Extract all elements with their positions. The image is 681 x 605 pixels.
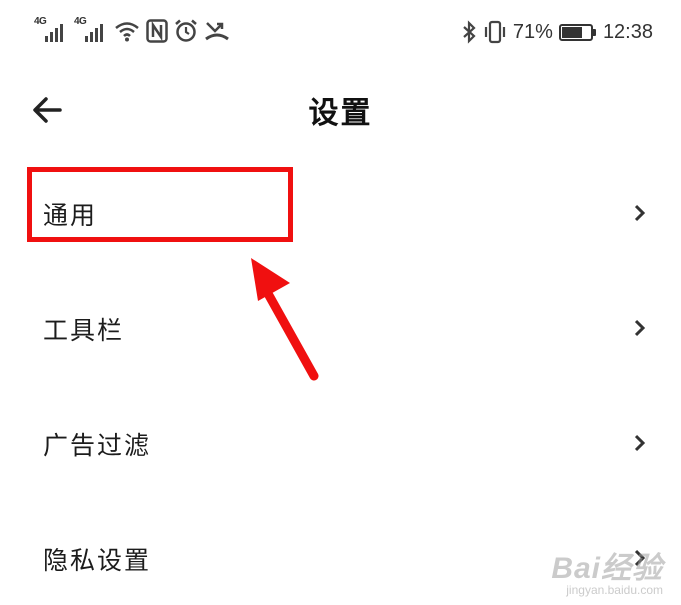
chevron-right-icon	[634, 204, 646, 222]
settings-item-ad-filter[interactable]: 广告过滤	[0, 386, 681, 501]
signal-icon: 4G	[34, 16, 68, 44]
page-title: 设置	[308, 96, 373, 131]
settings-item-toolbar[interactable]: 工具栏	[0, 271, 681, 386]
settings-item-general[interactable]: 通用	[0, 156, 681, 271]
settings-item-label: 通用	[43, 201, 98, 230]
alarm-icon	[175, 19, 197, 42]
watermark-brand: Bai经验	[551, 552, 663, 585]
chevron-right-icon	[634, 319, 646, 337]
wifi-icon	[115, 22, 139, 42]
chevron-right-icon	[634, 434, 646, 452]
clock: 12:38	[602, 20, 653, 43]
settings-screen: 4G 4G 71% 12:38 设置 通用 工具栏 广告过滤 隐私设置 Bai经…	[0, 0, 681, 605]
status-right-icons: 71% 12:38	[461, 17, 653, 47]
settings-item-label: 隐私设置	[43, 546, 152, 575]
status-left-icons: 4G 4G	[34, 16, 230, 45]
settings-item-label: 广告过滤	[43, 431, 152, 460]
bluetooth-icon	[463, 20, 476, 44]
watermark-site: jingyan.baidu.com	[566, 583, 663, 597]
battery-fill	[561, 26, 582, 38]
missed-call-icon	[205, 22, 229, 41]
settings-list: 通用 工具栏 广告过滤 隐私设置	[0, 156, 681, 605]
battery-percent: 71%	[512, 20, 553, 43]
settings-item-label: 工具栏	[43, 316, 125, 345]
vibrate-icon	[484, 20, 506, 44]
status-bar: 4G 4G 71% 12:38	[0, 0, 681, 66]
nfc-icon	[146, 19, 168, 43]
app-bar: 设置	[0, 66, 681, 156]
watermark: Bai经验 jingyan.baidu.com	[551, 543, 663, 597]
signal-icon: 4G	[74, 16, 108, 44]
battery-icon	[558, 23, 596, 41]
